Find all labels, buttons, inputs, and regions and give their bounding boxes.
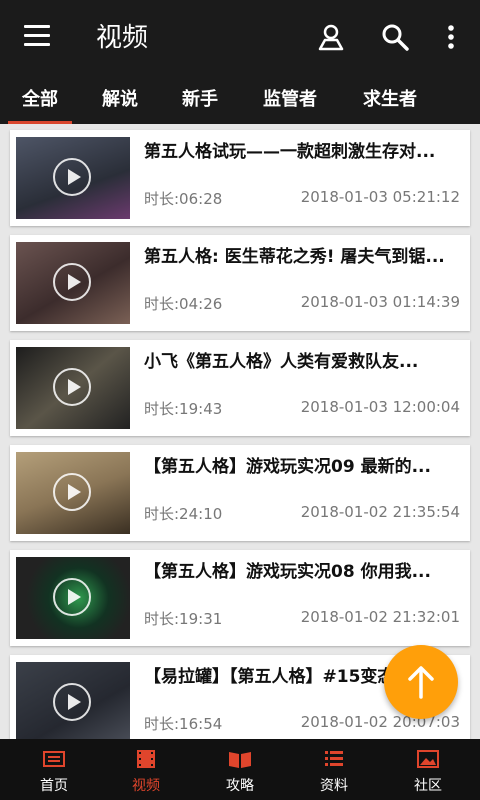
more-vertical-icon[interactable] [436,22,466,52]
play-icon [53,578,91,616]
film-icon [137,750,155,768]
search-icon[interactable] [380,22,410,52]
nav-label: 资料 [320,778,348,794]
video-thumbnail [16,347,130,429]
video-date: 2018-01-03 12:00:04 [300,398,460,416]
bottom-navigation: 首页 视频 攻略 资料 社区 [0,739,480,800]
page-title: 视频 [96,23,149,53]
play-icon [53,263,91,301]
scroll-to-top-button[interactable] [384,645,458,719]
video-thumbnail [16,242,130,324]
tab-all[interactable]: 全部 [8,76,72,124]
video-card[interactable]: 小飞《第五人格》人类有爱救队友... 时长:19:43 2018-01-03 1… [10,340,470,436]
nav-guides[interactable]: 攻略 [192,739,288,800]
video-title: 第五人格: 医生蒂花之秀! 屠夫气到锯... [144,247,445,267]
video-title: 【第五人格】游戏玩实况09 最新的... [144,457,431,477]
nav-label: 攻略 [226,778,254,794]
video-duration: 时长:16:54 [144,715,223,733]
video-title: 第五人格试玩——一款超刺激生存对... [144,142,436,162]
video-duration: 时长:06:28 [144,190,223,208]
video-date: 2018-01-02 21:35:54 [300,503,460,521]
nav-home[interactable]: 首页 [6,739,102,800]
video-title: 【第五人格】游戏玩实况08 你用我... [144,562,431,582]
video-thumbnail [16,662,130,739]
tab-commentary[interactable]: 解说 [88,76,152,124]
video-date: 2018-01-03 05:21:12 [300,188,460,206]
nav-video[interactable]: 视频 [98,739,194,800]
video-thumbnail [16,137,130,219]
play-icon [53,473,91,511]
tab-beginner[interactable]: 新手 [168,76,232,124]
book-icon [229,752,251,768]
play-icon [53,683,91,721]
list-icon [325,751,343,766]
nav-data[interactable]: 资料 [286,739,382,800]
play-icon [53,158,91,196]
tab-survivor[interactable]: 求生者 [350,76,430,124]
nav-label: 首页 [40,778,68,794]
video-card[interactable]: 第五人格试玩——一款超刺激生存对... 时长:06:28 2018-01-03 … [10,130,470,226]
image-icon [417,750,439,768]
video-duration: 时长:04:26 [144,295,223,313]
video-thumbnail [16,452,130,534]
category-tabs: 全部 解说 新手 监管者 求生者 [0,76,480,124]
tab-hunter[interactable]: 监管者 [250,76,330,124]
video-duration: 时长:19:43 [144,400,223,418]
video-title: 小飞《第五人格》人类有爱救队友... [144,352,419,372]
video-duration: 时长:24:10 [144,505,223,523]
menu-icon[interactable] [24,25,50,47]
top-app-bar: 视频 [0,0,480,76]
nav-label: 社区 [414,778,442,794]
video-date: 2018-01-02 21:32:01 [300,608,460,626]
play-icon [53,368,91,406]
video-date: 2018-01-03 01:14:39 [300,293,460,311]
video-card[interactable]: 第五人格: 医生蒂花之秀! 屠夫气到锯... 时长:04:26 2018-01-… [10,235,470,331]
nav-label: 视频 [132,778,160,794]
video-duration: 时长:19:31 [144,610,223,628]
video-card[interactable]: 【第五人格】游戏玩实况08 你用我... 时长:19:31 2018-01-02… [10,550,470,646]
arrow-up-icon [408,666,434,699]
video-card[interactable]: 【第五人格】游戏玩实况09 最新的... 时长:24:10 2018-01-02… [10,445,470,541]
nav-community[interactable]: 社区 [380,739,476,800]
user-icon[interactable] [316,22,346,52]
video-thumbnail [16,557,130,639]
home-icon [43,751,65,767]
